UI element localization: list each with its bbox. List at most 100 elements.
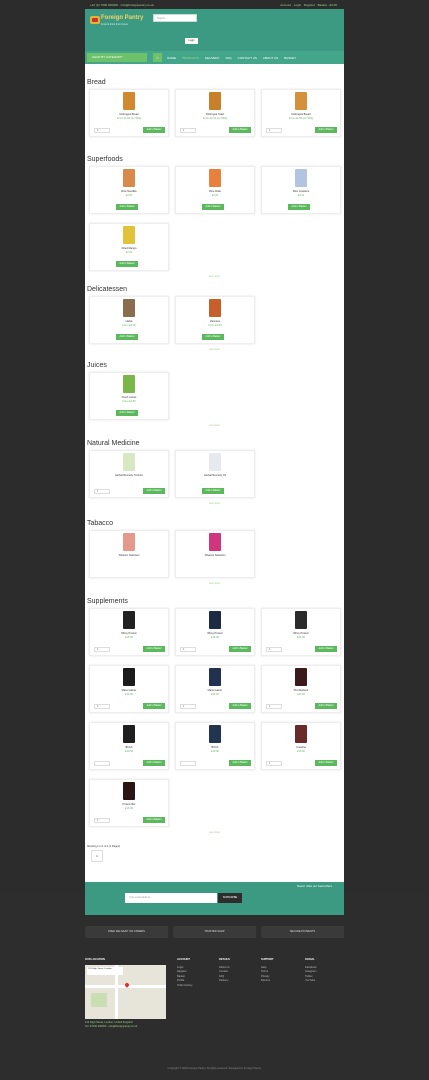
product-name[interactable]: Tobacco Selection bbox=[176, 554, 254, 557]
see-more-link[interactable]: see more bbox=[85, 424, 344, 427]
product-name[interactable]: Mass Gainer bbox=[90, 689, 168, 692]
see-more-link[interactable]: see more bbox=[85, 348, 344, 351]
product-image[interactable] bbox=[209, 611, 221, 629]
quantity-input[interactable]: 1 bbox=[180, 647, 196, 652]
quantity-input[interactable]: 1 bbox=[266, 128, 282, 133]
product-image[interactable] bbox=[123, 299, 135, 317]
quantity-input[interactable]: 1 bbox=[94, 128, 110, 133]
add-to-basket-button[interactable]: Add to Basket bbox=[116, 204, 138, 210]
product-image[interactable] bbox=[123, 92, 135, 110]
add-to-basket-button[interactable]: Add to Basket bbox=[116, 261, 138, 267]
product-image[interactable] bbox=[295, 611, 307, 629]
product-card[interactable]: Fresh Juices From £2.50 Add to Basket bbox=[89, 372, 169, 420]
quantity-input[interactable] bbox=[180, 761, 196, 766]
product-name[interactable]: Dried Mango bbox=[90, 247, 168, 250]
product-card[interactable]: Zacusca From £3.00 Add to Basket bbox=[175, 296, 255, 344]
footer-link[interactable]: Instagram bbox=[305, 970, 317, 975]
footer-feature-trusted[interactable]: TRUSTED SHOP bbox=[173, 926, 256, 938]
subscribe-button[interactable]: SUBSCRIBE bbox=[218, 893, 242, 903]
product-card[interactable]: Whey Protein £25.00 1 Add to Basket bbox=[175, 608, 255, 656]
product-card[interactable]: Protein Bar £15.00 1 Add to Basket bbox=[89, 779, 169, 827]
product-name[interactable]: Fresh Juices bbox=[90, 396, 168, 399]
product-card[interactable]: Mass Gainer £30.00 1 Add to Basket bbox=[175, 665, 255, 713]
product-name[interactable]: Mass Gainer bbox=[176, 689, 254, 692]
add-to-basket-button[interactable]: Add to Basket bbox=[229, 703, 251, 709]
footer-contact[interactable]: Tel: 07000 000000 · info@foreignpantry.c… bbox=[85, 1025, 137, 1029]
product-name[interactable]: Creatine bbox=[262, 746, 340, 749]
product-image[interactable] bbox=[209, 453, 221, 471]
logo-title[interactable]: Foreign Pantry bbox=[101, 15, 143, 21]
categories-button[interactable]: SHOP BY CATEGORY bbox=[87, 53, 147, 62]
nav-delivery[interactable]: DELIVERY bbox=[205, 56, 220, 60]
product-card[interactable]: Dobrogea Toast From £2.10 per 500g 1 Add to… bbox=[175, 89, 255, 137]
product-name[interactable]: Halva bbox=[90, 320, 168, 323]
product-image[interactable] bbox=[295, 92, 307, 110]
location-map[interactable]: 123 High Street, London bbox=[85, 965, 166, 1019]
product-name[interactable]: Dobrogea Bread bbox=[262, 113, 340, 116]
product-image[interactable] bbox=[123, 782, 135, 800]
product-image[interactable] bbox=[209, 533, 221, 551]
product-card[interactable]: Rice Crackers £2.00 Add to Basket bbox=[261, 166, 341, 214]
quantity-input[interactable]: 1 bbox=[266, 647, 282, 652]
product-image[interactable] bbox=[209, 169, 221, 187]
footer-link[interactable]: Order History bbox=[177, 984, 192, 989]
footer-link[interactable]: Returns bbox=[261, 979, 274, 984]
add-to-basket-button[interactable]: Add to Basket bbox=[315, 646, 337, 652]
product-card[interactable]: Herbal Remedy Oil Add to Basket bbox=[175, 450, 255, 498]
product-card[interactable]: Tobacco Selection bbox=[89, 530, 169, 578]
product-name[interactable]: Rice Rolls bbox=[176, 190, 254, 193]
see-more-link[interactable]: see more bbox=[85, 502, 344, 505]
product-image[interactable] bbox=[123, 533, 135, 551]
footer-link[interactable]: Delivery bbox=[219, 979, 230, 984]
see-more-link[interactable]: see more bbox=[85, 582, 344, 585]
product-name[interactable]: Dobrogea Toast bbox=[176, 113, 254, 116]
product-image[interactable] bbox=[209, 299, 221, 317]
quantity-input[interactable]: 1 bbox=[180, 128, 196, 133]
page-number[interactable]: 1 bbox=[91, 850, 103, 862]
product-card[interactable]: Herbal Remedy Tincture 1 Add to Basket bbox=[89, 450, 169, 498]
see-more-link[interactable]: see more bbox=[85, 831, 344, 834]
add-to-basket-button[interactable]: Add to Basket bbox=[143, 817, 165, 823]
product-name[interactable]: Protein Bar bbox=[90, 803, 168, 806]
product-image[interactable] bbox=[123, 226, 135, 244]
footer-feature-delivery[interactable]: FREE DELIVERY ON ORDERS bbox=[85, 926, 168, 938]
search-input[interactable]: Search... bbox=[153, 14, 197, 22]
product-image[interactable] bbox=[295, 169, 307, 187]
quantity-input[interactable] bbox=[94, 761, 110, 766]
nav-basket[interactable]: BASKET bbox=[284, 56, 296, 60]
product-name[interactable]: Tobacco Selection bbox=[90, 554, 168, 557]
product-card[interactable]: Creatine £15.00 1 Add to Basket bbox=[261, 722, 341, 770]
add-to-basket-button[interactable]: Add to Basket bbox=[143, 760, 165, 766]
nav-home[interactable]: HOME bbox=[167, 56, 176, 60]
product-image[interactable] bbox=[209, 725, 221, 743]
product-name[interactable]: Whey Protein bbox=[262, 632, 340, 635]
product-card[interactable]: Tobacco Selection bbox=[175, 530, 255, 578]
quantity-input[interactable]: 1 bbox=[266, 761, 282, 766]
add-to-basket-button[interactable]: Add to Basket bbox=[202, 204, 224, 210]
footer-feature-payments[interactable]: SECURE PAYMENTS bbox=[261, 926, 344, 938]
product-name[interactable]: Rice Noodles bbox=[90, 190, 168, 193]
logo-icon[interactable] bbox=[90, 16, 100, 24]
product-card[interactable]: Pre-Workout £20.00 1 Add to Basket bbox=[261, 665, 341, 713]
product-image[interactable] bbox=[209, 92, 221, 110]
product-card[interactable]: Rice Noodles £2.00 Add to Basket bbox=[89, 166, 169, 214]
product-name[interactable]: Whey Protein bbox=[176, 632, 254, 635]
quantity-input[interactable]: 1 bbox=[94, 489, 110, 494]
product-name[interactable]: Whey Protein bbox=[90, 632, 168, 635]
product-card[interactable]: Rice Rolls £2.00 Add to Basket bbox=[175, 166, 255, 214]
nav-products[interactable]: PRODUCTS bbox=[182, 56, 199, 60]
product-name[interactable]: Herbal Remedy Oil bbox=[176, 474, 254, 477]
add-to-basket-button[interactable]: Add to Basket bbox=[315, 760, 337, 766]
quantity-input[interactable]: 1 bbox=[94, 647, 110, 652]
nav-faq[interactable]: FAQ bbox=[226, 56, 232, 60]
add-to-basket-button[interactable]: Add to Basket bbox=[116, 410, 138, 416]
product-image[interactable] bbox=[123, 668, 135, 686]
nav-contact[interactable]: CONTACT US bbox=[238, 56, 257, 60]
product-image[interactable] bbox=[295, 668, 307, 686]
product-name[interactable]: BCAA bbox=[90, 746, 168, 749]
product-image[interactable] bbox=[123, 375, 135, 393]
account-links[interactable]: Account · Login · Register · Basket · £0… bbox=[280, 3, 337, 7]
footer-link[interactable]: YouTube bbox=[305, 979, 317, 984]
quantity-input[interactable]: 1 bbox=[266, 704, 282, 709]
add-to-basket-button[interactable]: Add to Basket bbox=[315, 703, 337, 709]
